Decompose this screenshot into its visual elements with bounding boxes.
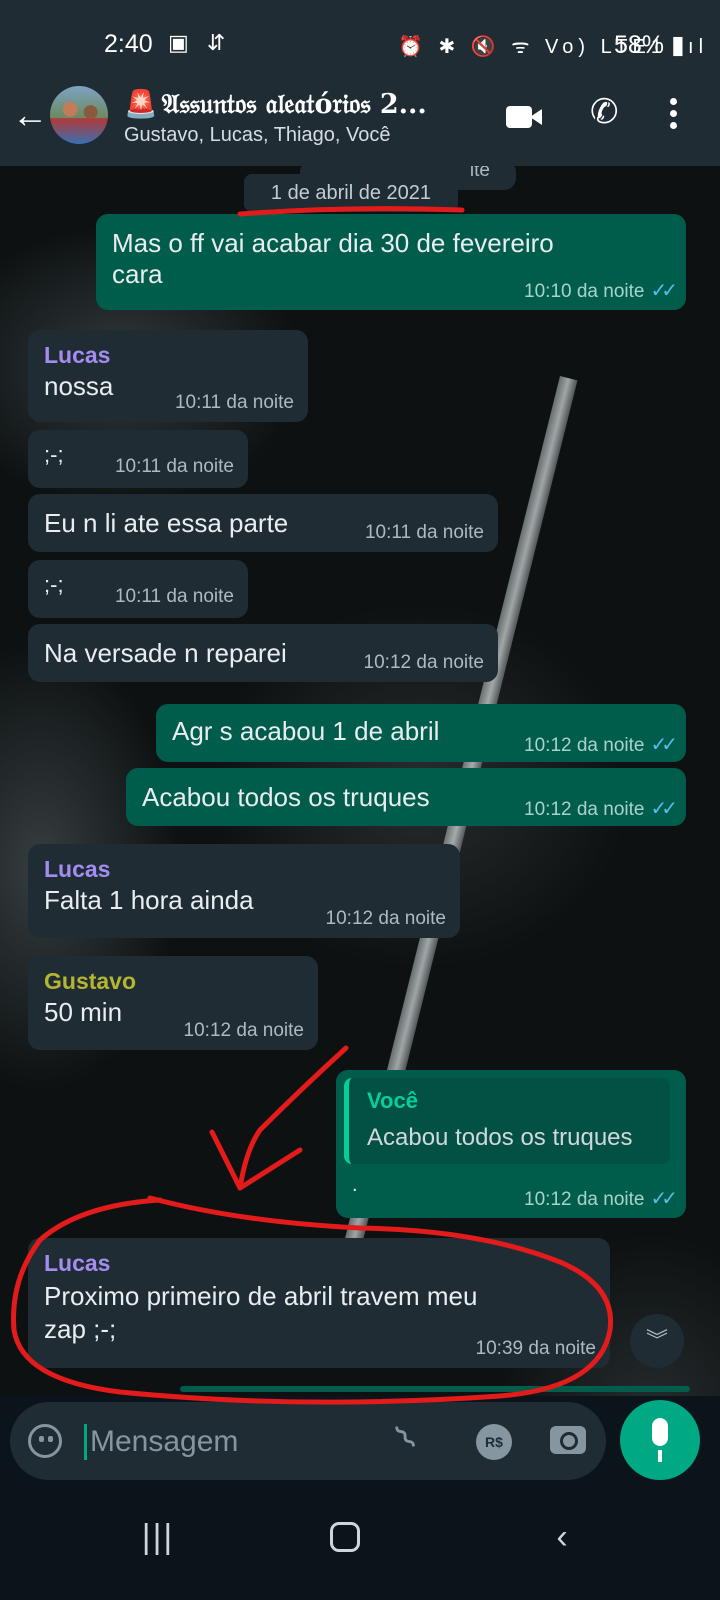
mic-icon (652, 1418, 668, 1446)
sender-name[interactable]: Gustavo (44, 968, 302, 995)
message-incoming[interactable]: ;-; 10:11 da noite (28, 560, 248, 618)
message-incoming[interactable]: Eu n li ate essa parte 10:11 da noite (28, 494, 498, 552)
sender-name[interactable]: Lucas (44, 1250, 594, 1277)
message-outgoing[interactable]: Agr s acabou 1 de abril 10:12 da noite ✓✓ (156, 704, 686, 762)
date-chip: 1 de abril de 2021 (244, 174, 458, 212)
battery-indicator: 58% ▮ (614, 31, 685, 59)
message-outgoing[interactable]: Acabou todos os truques 10:12 da noite ✓✓ (126, 768, 686, 826)
message-time: 10:11 da noite (114, 456, 234, 477)
mic-button[interactable] (620, 1400, 700, 1480)
emoji-icon[interactable] (28, 1424, 62, 1458)
message-incoming[interactable]: ;-; 10:11 da noite (28, 430, 248, 488)
message-text: Proximo primeiro de abril travem meu (44, 1281, 478, 1311)
message-time: 10:11 da noite (364, 522, 484, 543)
group-members[interactable]: Gustavo, Lucas, Thiago, Você (124, 124, 390, 147)
chat-area[interactable]: ite 1 de abril de 2021 Mas o ff vai acab… (0, 166, 720, 1412)
payment-icon[interactable]: R$ (476, 1424, 512, 1460)
message-incoming[interactable]: Gustavo 50 min 10:12 da noite (28, 956, 318, 1050)
message-time: 10:12 da noite ✓✓ (524, 734, 678, 756)
message-outgoing-reply[interactable]: Você Acabou todos os truques . 10:12 da … (336, 1070, 686, 1218)
message-incoming[interactable]: Lucas Falta 1 hora ainda 10:12 da noite (28, 844, 460, 938)
read-ticks-icon: ✓✓ (650, 798, 677, 820)
message-time: 10:39 da noite (475, 1338, 596, 1359)
group-avatar[interactable] (50, 86, 108, 144)
message-time: 10:11 da noite (174, 392, 294, 413)
read-ticks-icon: ✓✓ (650, 1188, 677, 1210)
group-name: 𝔄𝔰𝔰𝔲𝔫𝔱𝔬𝔰 𝔞𝔩𝔢𝔞𝔱ó𝔯𝔦𝔬𝔰 2... (161, 89, 427, 120)
read-ticks-icon: ✓✓ (650, 280, 677, 302)
siren-icon: 🚨 (124, 89, 158, 120)
message-time: 10:10 da noite ✓✓ (524, 280, 678, 302)
phone-icon[interactable]: ✆ (590, 92, 619, 132)
chat-header: ← 🚨 𝔄𝔰𝔰𝔲𝔫𝔱𝔬𝔰 𝔞𝔩𝔢𝔞𝔱ó𝔯𝔦𝔬𝔰 2... Gustavo, Luc… (0, 86, 720, 166)
video-call-icon[interactable] (506, 106, 542, 128)
status-time: 2:40 (104, 30, 153, 58)
recent-apps-icon[interactable]: ||| (128, 1518, 188, 1557)
message-time: 10:12 da noite (325, 908, 446, 929)
group-title[interactable]: 🚨 𝔄𝔰𝔰𝔲𝔫𝔱𝔬𝔰 𝔞𝔩𝔢𝔞𝔱ó𝔯𝔦𝔬𝔰 2... (124, 88, 427, 121)
message-time: 10:12 da noite ✓✓ (524, 1188, 678, 1210)
text-cursor (84, 1424, 87, 1460)
message-time: 10:12 da noite (363, 652, 484, 673)
notification-icons: ▣ ⇵ (168, 30, 232, 55)
message-input[interactable] (90, 1420, 390, 1464)
attach-clip-icon[interactable]: ⌇ (387, 1417, 425, 1458)
read-ticks-icon: ✓✓ (650, 734, 677, 756)
quoted-message[interactable]: Você Acabou todos os truques (344, 1078, 670, 1164)
system-nav-bar: ||| ‹ (0, 1488, 720, 1600)
sender-name[interactable]: Lucas (44, 342, 292, 369)
home-icon[interactable] (330, 1522, 360, 1552)
quoted-sender: Você (367, 1088, 418, 1113)
camera-icon[interactable] (550, 1426, 586, 1454)
message-incoming[interactable]: Lucas nossa 10:11 da noite (28, 330, 308, 422)
message-outgoing[interactable]: Mas o ff vai acabar dia 30 de fevereiro … (96, 214, 686, 310)
message-time: 10:11 da noite (114, 586, 234, 607)
message-time: 10:12 da noite ✓✓ (524, 798, 678, 820)
status-bar: 2:40 ▣ ⇵ ⏰ ✱ 🔇 ᯤ Vo) LTE1 .ıl 58% ▮ (0, 0, 720, 88)
composer-bar: ⌇ R$ (0, 1396, 720, 1488)
next-message-edge (180, 1386, 690, 1392)
message-incoming[interactable]: Na versade n reparei 10:12 da noite (28, 624, 498, 682)
message-input-pill: ⌇ R$ (10, 1402, 606, 1480)
message-time: 10:12 da noite (183, 1020, 304, 1041)
message-text: Mas o ff vai acabar dia 30 de fevereiro (112, 228, 554, 258)
sender-name[interactable]: Lucas (44, 856, 444, 883)
quoted-text: Acabou todos os truques (367, 1124, 633, 1151)
scroll-down-icon[interactable]: ︾ (630, 1314, 684, 1368)
clipped-message-text: ite (469, 166, 490, 181)
back-arrow-icon[interactable]: ← (12, 88, 48, 142)
more-options-icon[interactable] (670, 98, 678, 132)
nav-back-icon[interactable]: ‹ (532, 1518, 592, 1557)
message-text: . (352, 1174, 358, 1196)
message-incoming[interactable]: Lucas Proximo primeiro de abril travem m… (28, 1238, 610, 1368)
